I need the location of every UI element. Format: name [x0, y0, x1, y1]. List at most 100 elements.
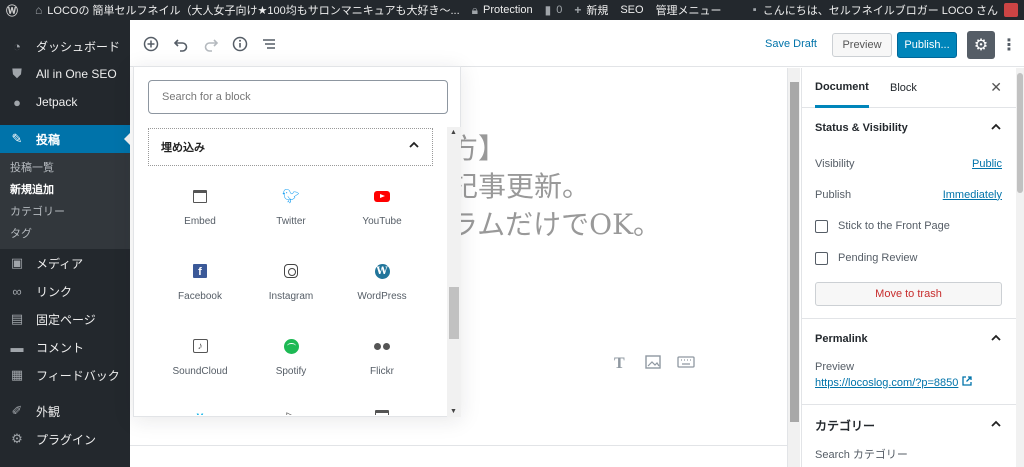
- close-icon[interactable]: ✕: [990, 79, 1002, 96]
- greeting-text: こんにちは、セルフネイルブロガー LOCO さん: [762, 5, 998, 17]
- preview-button[interactable]: Preview: [832, 33, 892, 57]
- add-block-icon[interactable]: [140, 33, 162, 55]
- redo-icon[interactable]: [200, 33, 222, 55]
- wordpress-icon: W: [374, 263, 390, 279]
- info-icon[interactable]: [229, 33, 251, 55]
- sidebar-item-label: フィードバック: [36, 368, 120, 383]
- sidebar-item-jetpack[interactable]: ● Jetpack: [0, 88, 130, 116]
- visibility-label: Visibility: [815, 157, 855, 170]
- block-search-input[interactable]: Search for a block: [148, 80, 448, 114]
- visibility-link[interactable]: Public: [972, 158, 1002, 170]
- block-youtube[interactable]: YouTube: [337, 185, 427, 227]
- block-facebook[interactable]: f Facebook: [155, 260, 245, 302]
- stick-front-page-checkbox[interactable]: Stick to the Front Page: [802, 210, 1024, 242]
- tab-document[interactable]: Document: [815, 68, 869, 108]
- editor-scrollbar[interactable]: [787, 68, 800, 467]
- inserter-scrollbar[interactable]: ▲ ▼: [447, 127, 461, 417]
- block-label: Embed: [184, 216, 216, 227]
- add-shortcode-icon[interactable]: [677, 355, 695, 372]
- block-label: SoundCloud: [172, 366, 228, 377]
- editor-scrollbar-thumb[interactable]: [790, 82, 799, 422]
- scroll-down-arrow-icon[interactable]: ▼: [450, 408, 457, 415]
- shield-icon: ⛊: [12, 66, 22, 81]
- save-draft-button[interactable]: Save Draft: [765, 38, 817, 50]
- sidebar-item-plugins[interactable]: ⚙ プラグイン: [0, 425, 130, 453]
- publish-button[interactable]: Publish...: [897, 32, 957, 58]
- block-wordpress[interactable]: W WordPress: [337, 260, 427, 302]
- block-instagram[interactable]: Instagram: [246, 260, 336, 302]
- block-navigation-icon[interactable]: [258, 33, 280, 55]
- visibility-row: Visibility Public: [802, 148, 1024, 179]
- pin-icon: ✎: [11, 131, 23, 146]
- block-embed[interactable]: Embed: [155, 185, 245, 227]
- sidebar-item-all-in-one-seo[interactable]: ⛊ All in One SEO: [0, 60, 130, 88]
- avatar: [1004, 3, 1018, 17]
- sidebar-item-label: 外観: [36, 404, 61, 419]
- more-options-icon[interactable]: ⋮: [1001, 33, 1017, 57]
- admin-bar-new[interactable]: + 新規: [574, 2, 608, 18]
- embeds-panel-title: 埋め込み: [161, 142, 205, 154]
- undo-icon[interactable]: [170, 33, 192, 55]
- publish-date-link[interactable]: Immediately: [943, 189, 1002, 201]
- chevron-up-icon: [990, 121, 1002, 136]
- scroll-up-arrow-icon[interactable]: ▲: [450, 129, 457, 136]
- category-toggle[interactable]: カテゴリー: [802, 405, 1024, 445]
- sidebar-item-label: メディア: [36, 256, 84, 271]
- block-label: Spotify: [275, 366, 307, 377]
- block-flickr[interactable]: Flickr: [337, 335, 427, 377]
- submenu-all-posts[interactable]: 投稿一覧: [0, 157, 130, 179]
- permalink-url[interactable]: https://locoslog.com/?p=8850: [815, 375, 958, 391]
- spotify-icon: [283, 338, 299, 354]
- sidebar-item-pages[interactable]: ▤ 固定ページ: [0, 305, 130, 333]
- sidebar-item-media[interactable]: ▣ メディア: [0, 249, 130, 277]
- settings-scrollbar[interactable]: [1016, 68, 1024, 467]
- external-link-icon[interactable]: [962, 375, 973, 391]
- block-partial-video[interactable]: ▷: [246, 405, 336, 415]
- block-label: YouTube: [362, 216, 402, 227]
- block-partial-vimeo[interactable]: v: [155, 405, 245, 415]
- admin-bar-site-name[interactable]: ⌂ LOCOの 簡単セルフネイル（大人女子向け★100均もサロンマニキュアも大好き…: [35, 2, 460, 18]
- sidebar-item-comments[interactable]: ▬ コメント: [0, 333, 130, 361]
- tab-block[interactable]: Block: [890, 68, 917, 108]
- add-image-icon[interactable]: [645, 355, 661, 372]
- post-title[interactable]: 方】 記事更新。 ラムだけでOK。: [450, 130, 661, 244]
- comments-count: 0: [556, 4, 563, 16]
- status-visibility-toggle[interactable]: Status & Visibility: [802, 108, 1024, 148]
- settings-gear-icon[interactable]: ⚙: [967, 31, 995, 59]
- post-title-line: ラムだけでOK。: [450, 208, 662, 241]
- admin-bar-admin-menu[interactable]: 管理メニュー: [656, 2, 722, 18]
- submenu-add-new[interactable]: 新規追加: [0, 179, 130, 201]
- embeds-panel-toggle[interactable]: 埋め込み: [148, 128, 433, 166]
- twitter-icon: 🐦︎: [282, 187, 300, 204]
- admin-bar-protection[interactable]: 🔒︎ Protection: [472, 3, 533, 18]
- checkbox-box[interactable]: [815, 219, 828, 233]
- admin-bar-seo[interactable]: SEO: [620, 4, 643, 16]
- sidebar-item-dashboard[interactable]: ◔ ダッシュボード: [0, 32, 130, 60]
- block-spotify[interactable]: Spotify: [246, 335, 336, 377]
- checkbox-box[interactable]: [815, 251, 828, 265]
- sidebar-item-label: プラグイン: [36, 432, 97, 447]
- settings-scrollbar-thumb[interactable]: [1017, 73, 1023, 193]
- admin-bar-account[interactable]: ▪ こんにちは、セルフネイルブロガー LOCO さん: [753, 0, 1018, 20]
- sidebar-item-appearance[interactable]: ✐ 外観: [0, 397, 130, 425]
- chevron-up-icon: [408, 139, 420, 154]
- status-visibility-panel: Status & Visibility Visibility Public Pu…: [802, 108, 1024, 319]
- block-soundcloud[interactable]: ♪ SoundCloud: [155, 335, 245, 377]
- move-to-trash-button[interactable]: Move to trash: [815, 282, 1002, 306]
- submenu-tags[interactable]: タグ: [0, 223, 130, 245]
- sidebar-item-label: 投稿: [36, 132, 61, 147]
- block-partial-embed[interactable]: [337, 405, 427, 415]
- permalink-toggle[interactable]: Permalink: [802, 319, 1024, 359]
- checkbox-label: Pending Review: [838, 252, 918, 264]
- inserter-scrollbar-thumb[interactable]: [449, 287, 459, 339]
- sidebar-item-links[interactable]: ∞ リンク: [0, 277, 130, 305]
- add-paragraph-icon[interactable]: T: [614, 355, 625, 373]
- submenu-categories[interactable]: カテゴリー: [0, 201, 130, 223]
- admin-bar-comments[interactable]: ▮ 0: [545, 3, 563, 17]
- sidebar-item-posts[interactable]: ✎ 投稿: [0, 125, 130, 153]
- pending-review-checkbox[interactable]: Pending Review: [802, 242, 1024, 274]
- wordpress-logo-icon[interactable]: Ⓦ: [6, 2, 23, 19]
- settings-tabs: Document Block ✕: [802, 68, 1024, 108]
- sidebar-item-feedback[interactable]: ▦ フィードバック: [0, 361, 130, 389]
- block-twitter[interactable]: 🐦︎ Twitter: [246, 185, 336, 228]
